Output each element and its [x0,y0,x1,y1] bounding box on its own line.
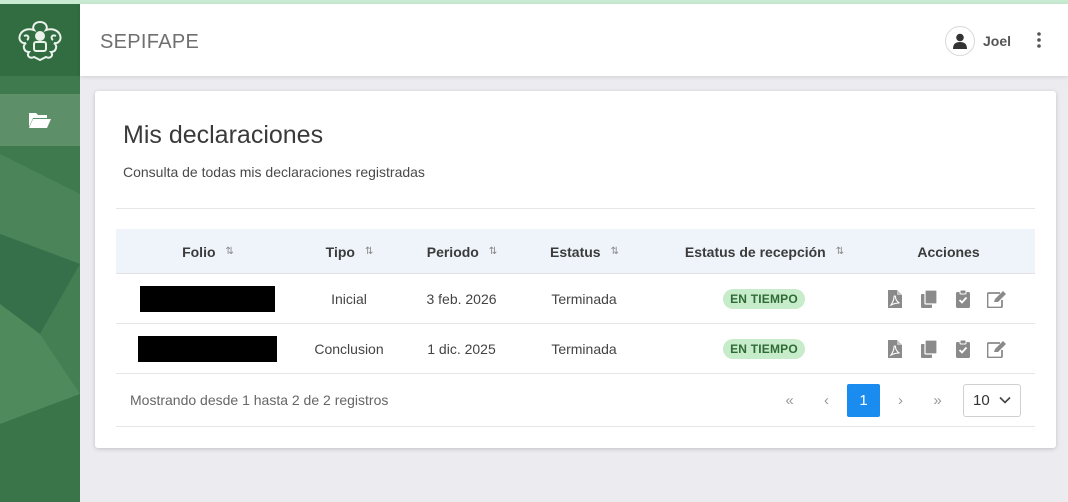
tipo-cell: Conclusion [314,341,384,357]
acknowledge-button[interactable] [952,288,974,310]
tipo-cell: Inicial [331,291,367,307]
chevron-down-icon [999,396,1011,404]
periodo-cell: 1 dic. 2025 [427,341,496,357]
user-avatar[interactable] [945,26,975,56]
page-title: Mis declaraciones [123,121,324,149]
column-header-folio[interactable]: Folio ⇅ [116,229,299,274]
column-label: Periodo [426,243,479,260]
edit-icon [987,291,1006,308]
pdf-icon [888,340,902,358]
copy-icon [921,340,937,358]
folio-cell [116,324,299,374]
column-header-estatus-recepcion[interactable]: Estatus de recepción ⇅ [644,229,884,274]
table-row: Inicial 3 feb. 2026 Terminada EN TIEMPO [116,274,1035,324]
user-name[interactable]: Joel [983,33,1011,49]
sort-icon: ⇅ [364,246,373,257]
copy-button[interactable] [918,338,940,360]
folder-open-icon [29,113,51,128]
pdf-icon [888,290,902,308]
recepcion-cell: EN TIEMPO [644,274,884,324]
column-label: Folio [182,243,216,260]
edit-button[interactable] [986,338,1008,360]
edit-button[interactable] [986,288,1008,310]
sidebar-item-declaraciones[interactable] [0,94,80,146]
sidebar-pattern [0,154,80,502]
copy-icon [921,290,937,308]
row-actions [884,324,1008,374]
column-label: Tipo [325,243,355,260]
crest-logo-icon [18,20,62,62]
records-info: Mostrando desde 1 hasta 2 de 2 registros [130,392,389,408]
declarations-card: Mis declaraciones Consulta de todas mis … [95,91,1056,448]
column-header-acciones: Acciones [884,229,1013,274]
periodo-cell: 3 feb. 2026 [426,291,497,307]
column-label: Estatus [550,243,601,260]
page-subtitle: Consulta de todas mis declaraciones regi… [123,164,425,180]
app-title: SEPIFAPE [100,31,200,53]
page-size-select[interactable]: 10 [963,384,1021,417]
column-label: Estatus de recepción [684,243,826,260]
previous-page-button[interactable]: ‹ [810,384,843,417]
column-header-estatus[interactable]: Estatus ⇅ [524,229,644,274]
sort-icon: ⇅ [610,246,619,257]
acknowledge-button[interactable] [952,338,974,360]
download-pdf-button[interactable] [884,288,906,310]
sidebar [0,4,80,502]
folio-cell [116,274,299,324]
user-icon [953,33,967,49]
estatus-cell: Terminada [551,341,617,357]
page-size-value: 10 [973,392,990,409]
download-pdf-button[interactable] [884,338,906,360]
redacted-folio [138,336,277,362]
logo[interactable] [0,4,80,76]
first-page-button[interactable]: « [773,384,806,417]
header: SEPIFAPE Joel [80,4,1068,76]
status-badge: EN TIEMPO [723,289,805,309]
clipboard-check-icon [956,290,970,308]
recepcion-cell: EN TIEMPO [644,324,884,374]
estatus-cell: Terminada [551,291,617,307]
more-options-button[interactable] [1032,28,1046,52]
table-row: Conclusion 1 dic. 2025 Terminada EN TIEM… [116,324,1035,374]
table-footer: Mostrando desde 1 hasta 2 de 2 registros… [116,375,1035,427]
edit-icon [987,341,1006,358]
last-page-button[interactable]: » [921,384,954,417]
sort-icon: ⇅ [835,246,844,257]
sort-icon: ⇅ [225,246,234,257]
redacted-folio [140,286,275,312]
page-1-button[interactable]: 1 [847,384,880,417]
sort-icon: ⇅ [488,246,497,257]
clipboard-check-icon [956,340,970,358]
column-header-periodo[interactable]: Periodo ⇅ [399,229,524,274]
next-page-button[interactable]: › [884,384,917,417]
copy-button[interactable] [918,288,940,310]
column-label: Acciones [917,243,980,260]
divider [116,208,1035,209]
vertical-dots-icon [1037,32,1041,48]
table-header: Folio ⇅ Tipo ⇅ Periodo ⇅ Estatus ⇅ Estat… [116,229,1035,274]
row-actions [884,274,1008,324]
column-header-tipo[interactable]: Tipo ⇅ [299,229,399,274]
status-badge: EN TIEMPO [723,339,805,359]
